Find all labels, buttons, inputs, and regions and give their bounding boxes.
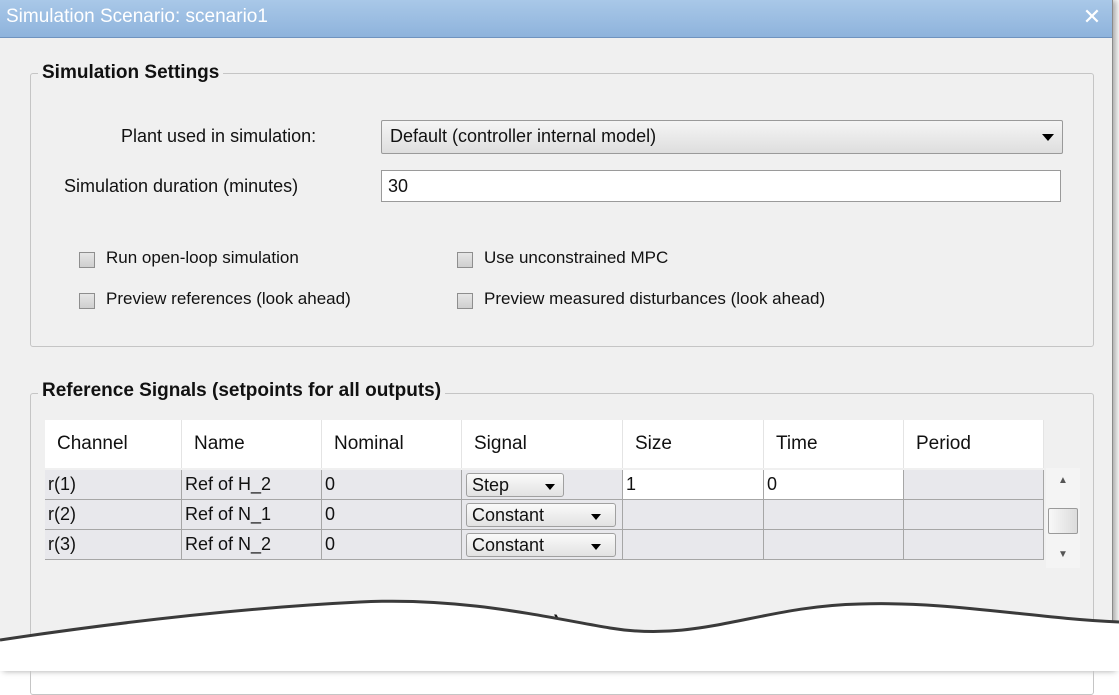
torn-edge-decoration — [0, 599, 1119, 671]
